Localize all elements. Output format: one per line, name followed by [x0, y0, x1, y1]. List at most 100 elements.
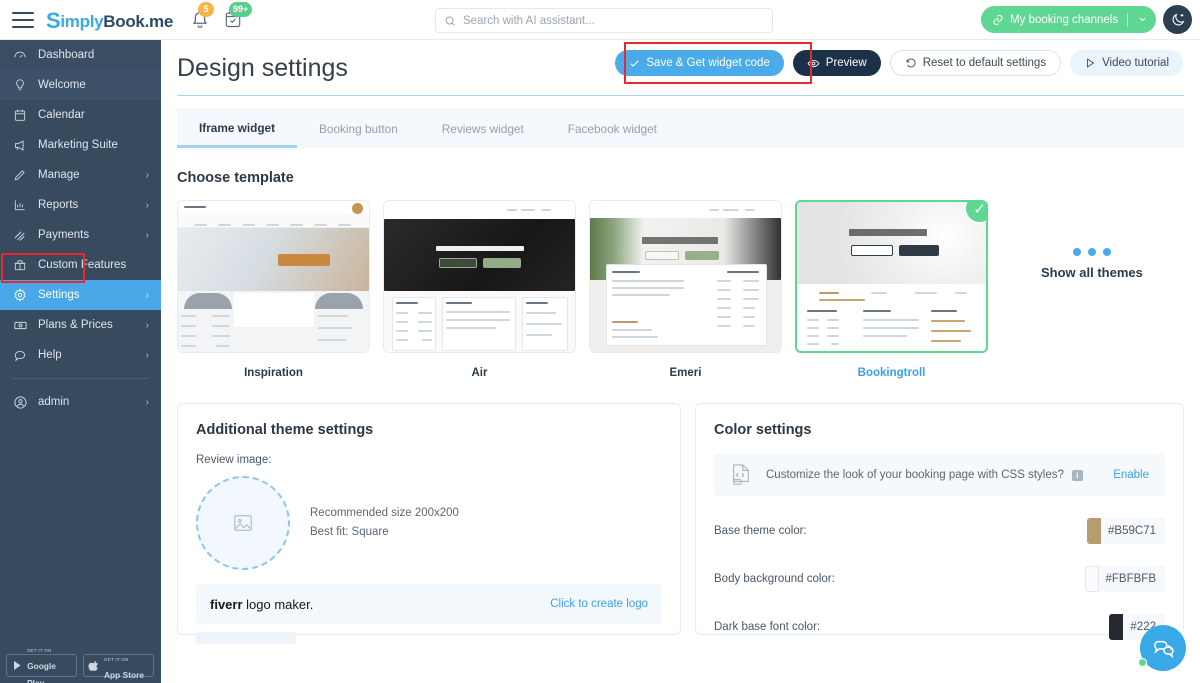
calendar-badge: 99+: [229, 1, 253, 17]
page-title: Design settings: [177, 54, 348, 82]
reset-to-default-button[interactable]: Reset to default settings: [889, 50, 1062, 76]
brand-simply: imply: [60, 11, 104, 31]
enable-css-link[interactable]: Enable: [1113, 469, 1149, 481]
review-image-row: Recommended size 200x200 Best fit: Squar…: [196, 476, 662, 570]
color-row-dark-base-font: Dark base font color: #222: [714, 614, 1165, 640]
show-all-themes-label: Show all themes: [1041, 265, 1143, 280]
sidebar-label: Dashboard: [38, 49, 95, 61]
sidebar-item-dashboard[interactable]: Dashboard: [0, 40, 161, 70]
info-icon[interactable]: i: [1071, 469, 1083, 481]
tab-booking-button[interactable]: Booking button: [297, 110, 420, 148]
color-swatch[interactable]: [1084, 566, 1099, 592]
tab-label: Reviews widget: [441, 122, 524, 136]
template-thumbnail[interactable]: ✓: [795, 200, 988, 353]
create-logo-link[interactable]: Click to create logo: [550, 598, 648, 610]
sidebar-chevron: ›: [145, 229, 149, 241]
sidebar-item-welcome[interactable]: Welcome: [0, 70, 161, 100]
review-image-dropzone[interactable]: [196, 476, 290, 570]
template-card-air[interactable]: Air: [383, 200, 589, 379]
tab-label: Iframe widget: [199, 120, 276, 135]
notifications-bell[interactable]: 5: [189, 1, 214, 31]
undo-icon: [906, 58, 916, 68]
brand-logo[interactable]: Simply Book .me: [46, 7, 173, 33]
sidebar-item-payments[interactable]: Payments ›: [0, 220, 161, 250]
sidebar-item-marketing-suite[interactable]: Marketing Suite: [0, 130, 161, 160]
color-hex-value: #B59C71: [1108, 525, 1156, 537]
template-thumbnail[interactable]: [177, 200, 370, 353]
google-play-badge[interactable]: GET IT ON Google Play: [6, 649, 77, 683]
sidebar-label: Custom Features: [38, 259, 127, 271]
bar-chart-icon: [12, 198, 28, 212]
apple-icon: [88, 661, 98, 671]
color-hex-value: #FBFBFB: [1105, 573, 1156, 585]
tab-iframe-widget[interactable]: Iframe widget: [177, 110, 298, 148]
user-circle-icon: [12, 395, 28, 410]
color-picker-base-theme[interactable]: #B59C71: [1087, 518, 1165, 544]
template-name: Air: [471, 367, 488, 379]
app-store-badges: GET IT ON Google Play GET IT ON App Store: [6, 649, 154, 683]
my-booking-channels-button[interactable]: My booking channels ⌄: [981, 6, 1156, 33]
video-button-label: Video tutorial: [1102, 57, 1169, 69]
color-swatch[interactable]: [1087, 518, 1102, 544]
sidebar-item-manage[interactable]: Manage ›: [0, 160, 161, 190]
fiverr-logo-maker-banner[interactable]: fiverr logo maker. Click to create logo: [196, 584, 662, 624]
money-icon: [12, 318, 28, 333]
video-tutorial-button[interactable]: Video tutorial: [1070, 50, 1183, 76]
tab-reviews-widget[interactable]: Reviews widget: [420, 110, 546, 148]
sidebar-item-account[interactable]: admin ›: [0, 387, 161, 417]
search-bar[interactable]: Search with AI assistant...: [435, 8, 773, 33]
color-label: Body background color:: [714, 573, 835, 585]
preview-button[interactable]: Preview: [792, 50, 881, 76]
css-banner-text: Customize the look of your booking page …: [766, 469, 1064, 481]
hamburger-icon[interactable]: [12, 11, 34, 28]
chevron-down-icon[interactable]: ⌄: [1137, 9, 1148, 25]
show-all-themes-button[interactable]: Show all themes: [1041, 248, 1143, 280]
additional-theme-title: Additional theme settings: [196, 422, 374, 438]
store-name: Google Play: [27, 661, 56, 683]
color-picker-body-background[interactable]: #FBFBFB: [1084, 566, 1165, 592]
sidebar: Dashboard Welcome Calendar Marketing Sui…: [0, 40, 161, 683]
sidebar-item-settings[interactable]: Settings ›: [0, 280, 161, 310]
sidebar-item-reports[interactable]: Reports ›: [0, 190, 161, 220]
panel-content-stub: [196, 632, 296, 644]
page-actions: Save & Get widget code Preview Reset to …: [615, 50, 1183, 76]
sidebar-chevron: ›: [145, 319, 149, 331]
color-swatch[interactable]: [1109, 614, 1124, 640]
sidebar-label: admin: [38, 396, 70, 408]
sidebar-item-help[interactable]: Help ›: [0, 340, 161, 370]
sidebar-label: Reports: [38, 199, 79, 211]
store-name: App Store: [104, 669, 145, 680]
dark-mode-toggle[interactable]: [1163, 5, 1192, 34]
tab-label: Facebook widget: [567, 122, 657, 136]
sidebar-chevron: ›: [145, 199, 149, 211]
template-name: Bookingtroll: [857, 367, 926, 379]
template-thumbnail[interactable]: [383, 200, 576, 353]
sidebar-item-calendar[interactable]: Calendar: [0, 100, 161, 130]
save-get-widget-code-button[interactable]: Save & Get widget code: [615, 50, 784, 76]
speedometer-icon: [12, 48, 28, 62]
template-card-bookingtroll[interactable]: ✓ Bookingtroll: [795, 200, 1001, 379]
tab-facebook-widget[interactable]: Facebook widget: [546, 110, 679, 148]
sidebar-item-custom-features[interactable]: Custom Features: [0, 250, 161, 280]
main-content: Design settings Save & Get widget code P…: [161, 40, 1200, 683]
chat-widget-button[interactable]: [1138, 625, 1186, 671]
lightbulb-icon: [12, 78, 28, 92]
chat-icon: [12, 348, 28, 362]
best-fit-text: Best fit: Square: [310, 526, 389, 538]
tasks-calendar-button[interactable]: 99+: [223, 1, 253, 31]
template-card-emeri[interactable]: Emeri: [589, 200, 795, 379]
template-thumbnail[interactable]: [589, 200, 782, 353]
image-placeholder-icon: [234, 514, 252, 532]
widget-tabs: Iframe widget Booking button Reviews wid…: [177, 108, 1184, 148]
sidebar-item-plans-prices[interactable]: Plans & Prices ›: [0, 310, 161, 340]
top-bar: Simply Book .me 5 99+ Search with AI assis…: [0, 0, 1200, 40]
sidebar-label: Payments: [38, 229, 90, 241]
template-name: Inspiration: [244, 367, 303, 379]
template-card-inspiration[interactable]: Inspiration: [177, 200, 383, 379]
store-top: GET IT ON: [27, 648, 52, 654]
sidebar-divider: [12, 378, 149, 379]
recommended-size-text: Recommended size 200x200: [310, 507, 459, 520]
sidebar-chevron: ›: [145, 289, 149, 301]
search-placeholder: Search with AI assistant...: [463, 14, 595, 27]
app-store-badge[interactable]: GET IT ON App Store: [83, 654, 154, 680]
